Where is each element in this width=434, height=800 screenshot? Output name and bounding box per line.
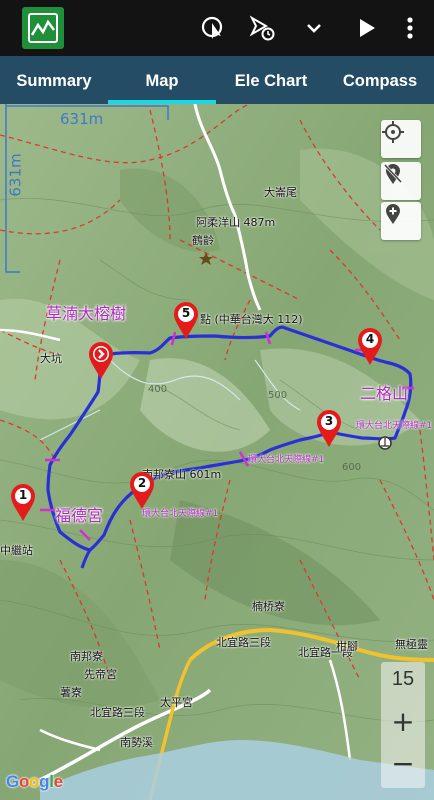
poi-label-temple: 福德宮 [55, 506, 104, 525]
place-label: 點 (中華台灣大 112) [200, 313, 303, 326]
map-view[interactable]: 631m 631m 阿柔洋山 487m 鶴齡 大崙尾 點 (中華台灣大 112)… [0, 104, 434, 800]
waypoint-marker-5[interactable]: 5 [173, 302, 199, 340]
place-label: 太平宮 [160, 696, 193, 709]
place-label: 鶴齡 [192, 234, 214, 247]
scale-vertical-label: 631m [6, 153, 25, 197]
tab-map[interactable]: Map [108, 56, 216, 104]
gps-cursor-icon[interactable] [197, 12, 229, 44]
place-label: 大坑 [40, 352, 62, 365]
waypoint-number: 1 [18, 488, 28, 502]
poi-label-peak: 二格山 [360, 384, 409, 403]
place-label: 北宜路三段 [90, 706, 145, 719]
elevation-label: 600 [342, 462, 362, 473]
add-location-icon [386, 204, 400, 224]
zoom-level: 15 [391, 668, 415, 690]
top-toolbar [0, 0, 434, 56]
elevation-label: 500 [268, 390, 288, 401]
waypoint-marker-2[interactable]: 2 [129, 472, 155, 510]
place-label: 南勢溪 [120, 736, 153, 749]
place-label: 無極靈 [395, 638, 428, 651]
zoom-out-button[interactable]: − [381, 744, 425, 784]
place-label: 中繼站 [0, 544, 33, 557]
place-label: 楠桥寮 [252, 600, 285, 613]
place-label: 先帝宮 [84, 668, 117, 681]
waypoint-marker-1[interactable]: 1 [10, 484, 36, 522]
add-waypoint-button[interactable] [381, 202, 421, 240]
route-timer-icon[interactable] [246, 12, 278, 44]
waypoint-number: 3 [324, 414, 334, 428]
play-icon[interactable] [351, 12, 383, 44]
more-vertical-icon[interactable] [394, 12, 426, 44]
waypoint-number: 4 [365, 332, 375, 346]
place-label: 北宜路三段 [216, 636, 271, 649]
elevation-label: 400 [148, 384, 168, 395]
place-label: 南邦寮 [70, 650, 103, 663]
place-label: 環大台北天際線#1 [248, 455, 325, 465]
tab-ele-chart[interactable]: Ele Chart [216, 56, 326, 104]
app-map-icon[interactable] [22, 7, 64, 49]
temple-icon [378, 436, 392, 450]
place-label: 阿柔洋山 487m [196, 216, 276, 229]
tab-bar: Summary Map Ele Chart Compass [0, 56, 434, 104]
waypoint-marker-4[interactable]: 4 [357, 328, 383, 366]
google-attribution: Google [6, 772, 63, 791]
scale-horizontal-label: 631m [60, 110, 104, 128]
waypoint-marker-3[interactable]: 3 [316, 410, 342, 448]
place-label: 柑腳 [336, 640, 358, 653]
start-marker[interactable] [88, 342, 114, 380]
place-label: 薯寮 [60, 686, 82, 699]
zoom-in-button[interactable]: + [381, 702, 425, 742]
zoom-control: 15 + − [381, 662, 425, 788]
tab-compass[interactable]: Compass [326, 56, 434, 104]
crosshair-icon [382, 121, 404, 143]
place-label: 大崙尾 [264, 186, 297, 199]
location-off-icon [383, 163, 403, 184]
waypoint-number: 5 [181, 306, 191, 320]
hide-waypoints-button[interactable] [381, 162, 421, 200]
chevron-down-icon[interactable] [298, 12, 330, 44]
poi-label-banyan: 草湳大榕樹 [46, 304, 127, 323]
place-label: 環大台北天際線#1 [356, 421, 433, 431]
waypoint-number: 2 [137, 476, 147, 490]
tab-summary[interactable]: Summary [0, 56, 108, 104]
locate-me-button[interactable] [381, 120, 421, 158]
